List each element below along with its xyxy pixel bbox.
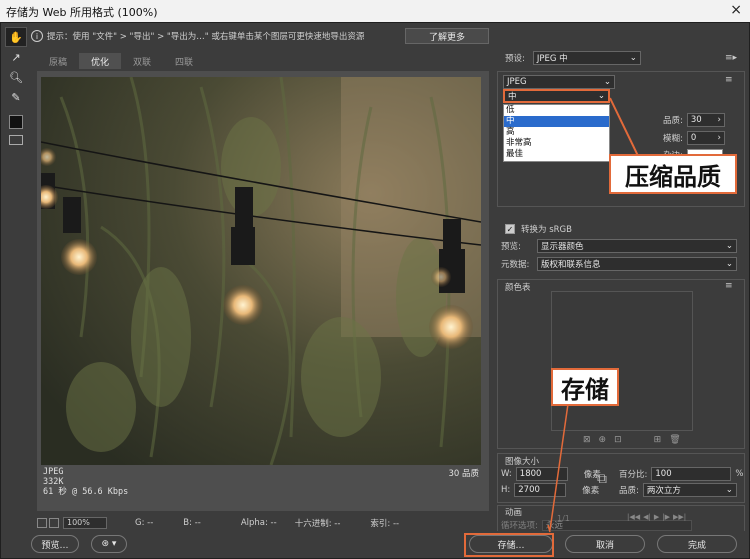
save-callout: 存储 [551,368,619,406]
compression-quality-callout: 压缩品质 [609,154,737,194]
annotation-arrows [547,97,641,533]
save-callout-text: 存储 [553,370,617,404]
save-button-highlight [464,533,554,557]
compression-callout-text: 压缩品质 [611,156,735,192]
